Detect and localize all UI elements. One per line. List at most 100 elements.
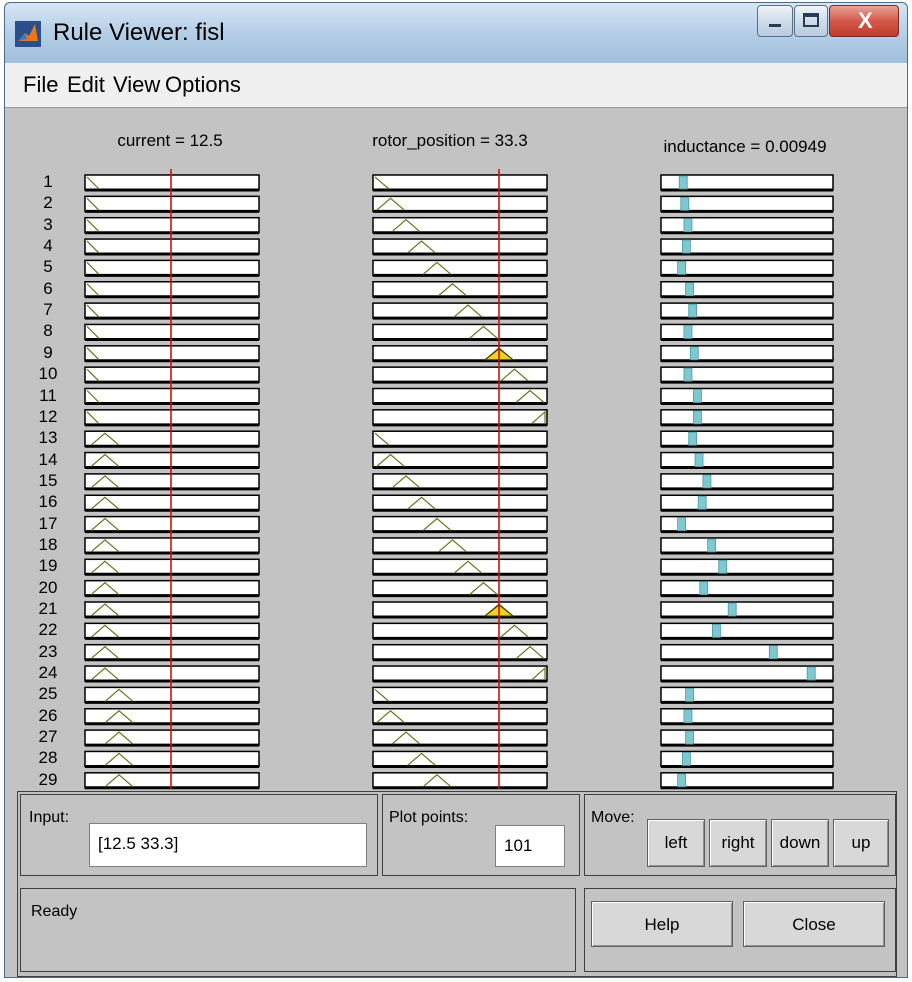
- move-left-button[interactable]: left: [647, 819, 705, 867]
- rule-plots[interactable]: [5, 3, 907, 793]
- menu-view[interactable]: View: [113, 72, 160, 98]
- minimize-button[interactable]: [757, 5, 793, 37]
- close-button[interactable]: Close: [743, 901, 885, 947]
- rotor-mf-plot: [372, 558, 548, 576]
- menu-file[interactable]: File: [23, 72, 58, 98]
- current-mf-plot: [84, 323, 260, 341]
- inductance-output-plot: [660, 238, 834, 256]
- current-mf-plot: [84, 729, 260, 747]
- current-mf-plot: [84, 686, 260, 704]
- rotor-mf-plot: [372, 430, 548, 448]
- close-window-button[interactable]: X: [829, 5, 899, 37]
- inductance-output-plot: [660, 195, 834, 213]
- current-mf-plot: [84, 302, 260, 320]
- inductance-output-plot: [660, 302, 834, 320]
- rule-number: 10: [38, 364, 58, 384]
- current-mf-plot: [84, 345, 260, 363]
- rule-number: 17: [38, 513, 58, 533]
- rotor-mf-plot: [372, 579, 548, 598]
- inductance-output-plot: [660, 686, 834, 704]
- rotor-mf-plot: [372, 195, 548, 213]
- input-label: Input:: [29, 809, 70, 826]
- maximize-button[interactable]: [794, 5, 828, 37]
- inductance-output-plot: [660, 579, 834, 598]
- rule-number: 19: [38, 556, 58, 576]
- current-mf-plot: [84, 281, 260, 299]
- current-mf-plot: [84, 622, 260, 640]
- inductance-output-plot: [660, 601, 834, 619]
- current-mf-plot: [84, 643, 260, 662]
- rule-number: 2: [43, 193, 53, 213]
- inductance-output-plot: [660, 515, 834, 534]
- rule-number: 22: [38, 620, 58, 640]
- current-mf-plot: [84, 430, 260, 448]
- rotor-mf-plot: [372, 281, 548, 299]
- inductance-output-plot: [660, 622, 834, 640]
- rule-number: 5: [43, 257, 53, 277]
- help-button[interactable]: Help: [591, 901, 733, 947]
- rotor-mf-plot: [372, 409, 548, 427]
- inductance-output-plot: [660, 708, 834, 726]
- move-up-button[interactable]: up: [833, 819, 889, 867]
- input-panel: Input: [12.5 33.3]: [20, 794, 378, 876]
- rotor-mf-plot: [372, 387, 548, 405]
- current-mf-plot: [84, 750, 260, 768]
- inductance-output-plot: [660, 323, 834, 341]
- current-mf-plot: [84, 515, 260, 534]
- inductance-output-plot: [660, 366, 834, 384]
- rule-number: 16: [38, 492, 58, 512]
- input-field[interactable]: [12.5 33.3]: [89, 823, 367, 867]
- rotor-mf-plot: [372, 622, 548, 640]
- current-mf-plot: [84, 558, 260, 576]
- inductance-output-plot: [660, 430, 834, 448]
- rotor-mf-plot: [372, 729, 548, 747]
- current-mf-plot: [84, 238, 260, 256]
- plot-points-label: Plot points:: [389, 809, 469, 826]
- rule-number: 13: [38, 428, 58, 448]
- inductance-output-plot: [660, 665, 834, 683]
- title-bar[interactable]: Rule Viewer: fisl X: [5, 3, 907, 64]
- inductance-output-plot: [660, 387, 834, 405]
- current-mf-plot: [84, 665, 260, 683]
- rotor-mf-plot: [372, 238, 548, 256]
- menu-edit[interactable]: Edit: [67, 72, 105, 98]
- rule-number: 25: [38, 684, 58, 704]
- move-right-button[interactable]: right: [709, 819, 767, 867]
- rule-number: 12: [38, 406, 58, 426]
- maximize-icon: [803, 13, 819, 27]
- current-mf-plot: [84, 537, 260, 555]
- input1-title: current = 12.5: [117, 131, 223, 150]
- plot-points-panel: Plot points: 101: [382, 794, 580, 876]
- move-down-button[interactable]: down: [771, 819, 829, 867]
- rotor-mf-plot: [372, 174, 548, 192]
- current-mf-plot: [84, 195, 260, 213]
- move-panel: Move: left right down up: [584, 794, 896, 876]
- rule-number: 21: [38, 599, 58, 618]
- rotor-mf-plot: [372, 323, 548, 341]
- current-mf-plot: [84, 579, 260, 598]
- rule-number: 14: [38, 449, 58, 469]
- current-mf-plot: [84, 366, 260, 384]
- rule-number: 27: [38, 727, 58, 747]
- current-mf-plot: [84, 708, 260, 726]
- move-label: Move:: [591, 809, 635, 826]
- rule-number: 6: [43, 278, 53, 298]
- rule-number: 3: [43, 214, 53, 234]
- current-mf-plot: [84, 473, 260, 491]
- rotor-mf-plot: [372, 451, 548, 470]
- rotor-mf-plot: [372, 515, 548, 534]
- inductance-output-plot: [660, 473, 834, 491]
- inductance-output-plot: [660, 345, 834, 363]
- rule-number: 15: [38, 470, 58, 490]
- rule-number: 18: [38, 534, 58, 554]
- window-title: Rule Viewer: fisl: [53, 19, 225, 46]
- plot-points-field[interactable]: 101: [495, 825, 565, 867]
- menu-options[interactable]: Options: [165, 72, 241, 98]
- menu-bar: File Edit View Options: [5, 63, 907, 108]
- inductance-output-plot: [660, 259, 834, 277]
- rule-number: 20: [38, 577, 58, 597]
- inductance-output-plot: [660, 451, 834, 470]
- rotor-mf-plot: [372, 643, 548, 662]
- rule-number: 26: [38, 705, 58, 725]
- rule-number: 24: [38, 663, 58, 683]
